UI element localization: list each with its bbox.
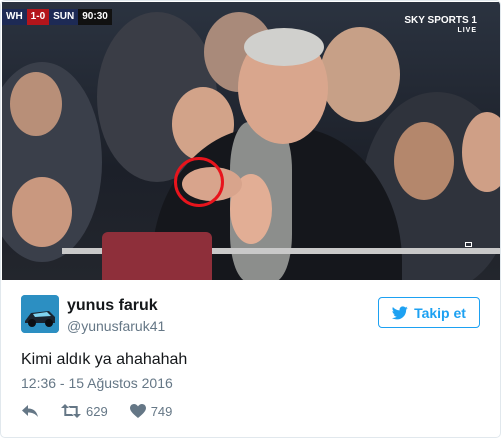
live-tag: LIVE (457, 27, 477, 34)
follow-button-label: Takip et (414, 304, 466, 321)
retweet-button[interactable]: 629 (61, 404, 108, 419)
screen-icon (465, 242, 472, 247)
coach-hair (244, 28, 324, 66)
embedded-tweet-card: WH 1-0 SUN 90:30 SKY SPORTS 1 LIVE yunus… (0, 0, 501, 438)
like-button[interactable]: 749 (129, 403, 173, 419)
tweet-media-photo[interactable]: WH 1-0 SUN 90:30 SKY SPORTS 1 LIVE (2, 2, 500, 280)
retweet-count: 629 (86, 403, 108, 419)
like-count: 749 (150, 403, 173, 419)
reply-button[interactable] (21, 404, 39, 418)
broadcaster-name: SKY SPORTS 1 (404, 15, 477, 26)
match-scoreboard: WH 1-0 SUN 90:30 (2, 9, 112, 25)
tweet-actions: 629 749 (21, 402, 172, 420)
avatar-car-image (21, 295, 59, 333)
crowd-figure (394, 122, 454, 200)
avatar[interactable] (21, 295, 59, 333)
match-clock: 90:30 (78, 9, 112, 25)
stadium-seat (102, 232, 212, 280)
tweet-text: Kimi aldık ya ahahahah (21, 351, 188, 368)
follow-button[interactable]: Takip et (378, 297, 480, 328)
crowd-figure (12, 177, 72, 247)
twitter-bird-icon (392, 305, 408, 319)
reply-icon (22, 405, 38, 417)
heart-icon (129, 404, 146, 418)
tweet-timestamp[interactable]: 12:36 - 15 Ağustos 2016 (21, 375, 173, 392)
match-score: 1-0 (26, 9, 50, 25)
screen-name[interactable]: @yunusfaruk41 (67, 318, 165, 335)
crowd-figure (320, 27, 400, 122)
away-team: SUN (49, 9, 79, 25)
watch-highlight-circle (174, 157, 224, 207)
crowd-figure (10, 72, 62, 136)
display-name[interactable]: yunus faruk (67, 297, 158, 315)
broadcaster-logo: SKY SPORTS 1 LIVE (404, 16, 477, 36)
retweet-icon (61, 404, 81, 418)
home-team: WH (2, 9, 27, 25)
